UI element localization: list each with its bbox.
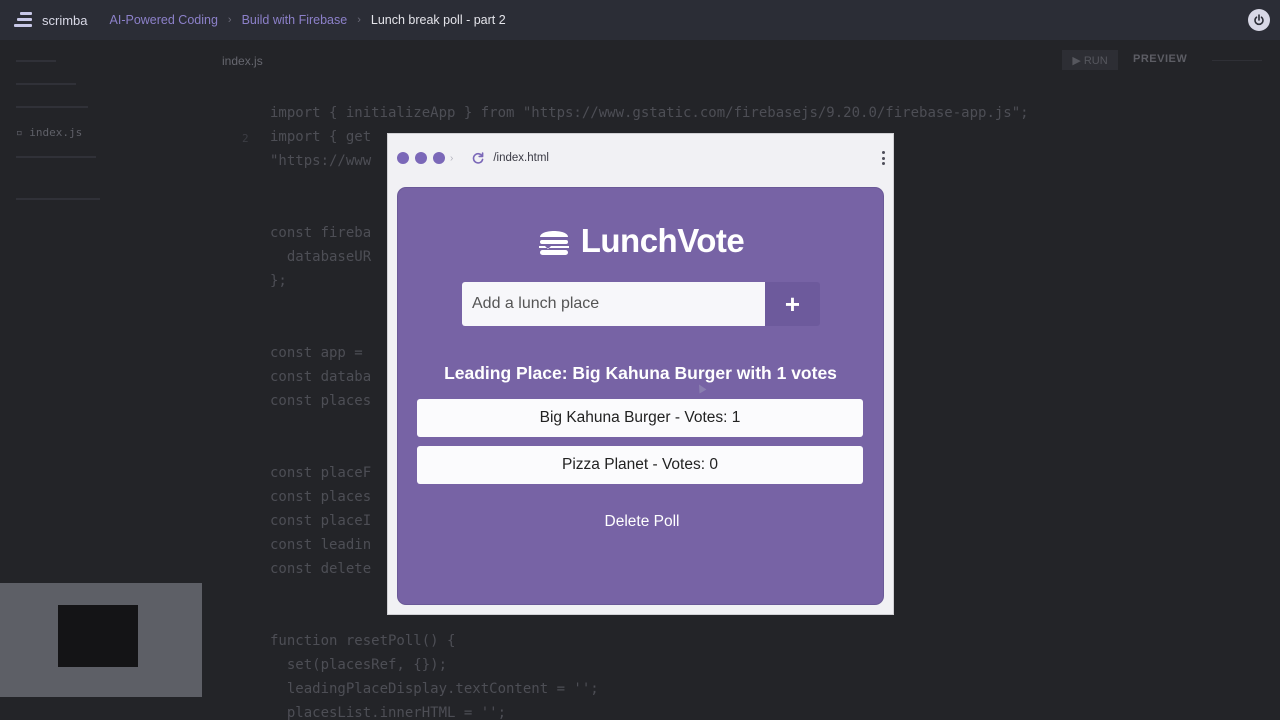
place-item[interactable]: Big Kahuna Burger - Votes: 1	[417, 399, 863, 437]
code-line: const places	[270, 489, 372, 505]
scrimba-logo-icon	[14, 11, 34, 29]
code-line: const placeI	[270, 513, 372, 529]
code-line: const delete	[270, 561, 372, 577]
code-line: set(placesRef, {});	[270, 657, 448, 673]
instructor-video[interactable]	[0, 583, 202, 697]
code-line: };	[270, 273, 287, 289]
power-icon	[1254, 14, 1264, 26]
code-line: const app =	[270, 345, 363, 361]
window-dot[interactable]	[397, 152, 409, 164]
code-line: import { initializeApp } from "https://w…	[270, 105, 1029, 121]
breadcrumb-separator: ›	[227, 14, 232, 26]
app-title: LunchVote	[580, 222, 745, 259]
app-header: LunchVote	[398, 222, 883, 260]
forward-icon[interactable]: ›	[450, 153, 453, 164]
place-item[interactable]: Pizza Planet - Votes: 0	[417, 446, 863, 484]
leading-place-display: Leading Place: Big Kahuna Burger with 1 …	[444, 363, 837, 383]
more-options-icon[interactable]	[881, 151, 885, 165]
browser-toolbar: › /index.html	[388, 134, 893, 182]
burger-icon	[538, 231, 569, 255]
reload-icon[interactable]	[471, 151, 485, 165]
js-file-icon: ▫	[16, 126, 30, 139]
add-place-form: +	[462, 282, 820, 326]
window-controls	[397, 152, 451, 164]
run-button[interactable]: ▶ RUN	[1062, 50, 1118, 70]
line-number: 2	[242, 132, 249, 145]
sidebar-file-index-js[interactable]: ▫ index.js	[16, 126, 82, 139]
preview-divider	[1212, 60, 1262, 61]
breadcrumb-module[interactable]: Build with Firebase	[242, 13, 348, 27]
code-line: placesList.innerHTML = '';	[270, 705, 507, 720]
window-dot[interactable]	[415, 152, 427, 164]
code-line: const placeF	[270, 465, 372, 481]
code-line: function resetPoll() {	[270, 633, 456, 649]
video-frame	[58, 605, 138, 667]
code-line: "https://www	[270, 153, 372, 169]
places-list: Big Kahuna Burger - Votes: 1 Pizza Plane…	[417, 399, 863, 493]
lunchvote-app: LunchVote + Leading Place: Big Kahuna Bu…	[398, 188, 883, 604]
url-bar[interactable]: /index.html	[493, 152, 549, 164]
logo-text: scrimba	[42, 12, 88, 28]
code-line: const places	[270, 393, 372, 409]
add-place-input[interactable]	[462, 282, 765, 326]
code-line: import { get	[270, 129, 372, 145]
breadcrumb-lesson: Lunch break poll - part 2	[370, 13, 506, 27]
breadcrumb: AI-Powered Coding › Build with Firebase …	[110, 13, 506, 27]
delete-poll-button[interactable]: Delete Poll	[584, 507, 700, 537]
sidebar-file-label: index.js	[29, 126, 83, 139]
code-line: leadingPlaceDisplay.textContent = '';	[270, 681, 599, 697]
breadcrumb-course[interactable]: AI-Powered Coding	[110, 13, 218, 27]
file-tab[interactable]: index.js	[222, 54, 263, 68]
window-dot[interactable]	[433, 152, 445, 164]
code-line: const fireba	[270, 225, 372, 241]
code-line: const databa	[270, 369, 372, 385]
code-line: databaseUR	[270, 249, 372, 265]
breadcrumb-separator: ›	[357, 14, 361, 26]
preview-tab[interactable]: PREVIEW	[1133, 53, 1187, 65]
power-button[interactable]	[1248, 9, 1270, 31]
top-nav-bar: scrimba AI-Powered Coding › Build with F…	[0, 0, 1280, 40]
add-place-button[interactable]: +	[765, 282, 820, 326]
preview-browser: › /index.html LunchVote + Leading Place:…	[388, 134, 893, 614]
scrimba-logo[interactable]: scrimba	[14, 11, 88, 29]
